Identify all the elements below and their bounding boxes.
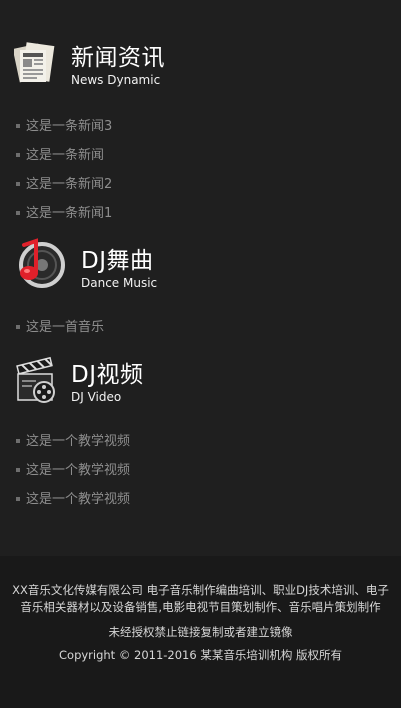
music-section-title: DJ舞曲 bbox=[81, 248, 154, 274]
list-item[interactable]: 这是一条新闻2 bbox=[0, 170, 112, 199]
film-clapper-icon bbox=[14, 354, 64, 406]
music-note-icon bbox=[14, 237, 65, 289]
list-item-label: 这是一条新闻 bbox=[26, 148, 105, 163]
newspaper-icon bbox=[12, 40, 64, 92]
music-section: DJ舞曲 Dance Music 这是一首音乐 bbox=[0, 234, 401, 335]
list-item-label: 这是一个教学视频 bbox=[26, 492, 131, 507]
bullet-icon bbox=[16, 325, 20, 329]
video-list: 这是一个教学视频 这是一个教学视频 这是一个教学视频 bbox=[0, 427, 130, 514]
music-list: 这是一首音乐 bbox=[0, 313, 104, 342]
news-section-subtitle: News Dynamic bbox=[71, 73, 161, 87]
list-item-label: 这是一个教学视频 bbox=[26, 434, 131, 449]
bullet-icon bbox=[16, 124, 20, 128]
bullet-icon bbox=[16, 468, 20, 472]
news-list: 这是一条新闻3 这是一条新闻 这是一条新闻2 这是一条新闻1 bbox=[0, 112, 112, 228]
footer-company-text: XX音乐文化传媒有限公司 电子音乐制作编曲培训、职业DJ技术培训、电子音乐相关器… bbox=[12, 583, 389, 614]
video-section-title: DJ视频 bbox=[71, 362, 144, 388]
bullet-icon bbox=[16, 497, 20, 501]
music-section-subtitle: Dance Music bbox=[81, 276, 158, 290]
news-section: 新闻资讯 News Dynamic 这是一条新闻3 这是一条新闻 这是一条新闻2… bbox=[0, 38, 401, 221]
site-footer: XX音乐文化传媒有限公司 电子音乐制作编曲培训、职业DJ技术培训、电子音乐相关器… bbox=[0, 556, 401, 708]
footer-notice-text: 未经授权禁止链接复制或者建立镜像 bbox=[108, 625, 293, 639]
news-section-title: 新闻资讯 bbox=[71, 45, 165, 71]
list-item[interactable]: 这是一条新闻 bbox=[0, 141, 112, 170]
list-item[interactable]: 这是一个教学视频 bbox=[0, 485, 130, 514]
video-section-subtitle: DJ Video bbox=[71, 390, 122, 404]
list-item-label: 这是一条新闻2 bbox=[26, 177, 113, 192]
list-item-label: 这是一个教学视频 bbox=[26, 463, 131, 478]
list-item-label: 这是一条新闻1 bbox=[26, 206, 113, 221]
video-section-header: DJ视频 DJ Video bbox=[0, 354, 401, 414]
list-item[interactable]: 这是一个教学视频 bbox=[0, 427, 130, 456]
list-item-label: 这是一首音乐 bbox=[26, 320, 105, 335]
list-item[interactable]: 这是一条新闻1 bbox=[0, 199, 112, 228]
list-item[interactable]: 这是一个教学视频 bbox=[0, 456, 130, 485]
bullet-icon bbox=[16, 211, 20, 215]
bullet-icon bbox=[16, 153, 20, 157]
video-section: DJ视频 DJ Video 这是一个教学视频 这是一个教学视频 这是一个教学视频 bbox=[0, 354, 401, 507]
bullet-icon bbox=[16, 439, 20, 443]
footer-copyright-text: Copyright © 2011-2016 某某音乐培训机构 版权所有 bbox=[59, 648, 342, 662]
music-section-header: DJ舞曲 Dance Music bbox=[0, 234, 401, 294]
list-item[interactable]: 这是一首音乐 bbox=[0, 313, 104, 342]
list-item[interactable]: 这是一条新闻3 bbox=[0, 112, 112, 141]
bullet-icon bbox=[16, 182, 20, 186]
list-item-label: 这是一条新闻3 bbox=[26, 119, 113, 134]
news-section-header: 新闻资讯 News Dynamic bbox=[0, 38, 401, 98]
